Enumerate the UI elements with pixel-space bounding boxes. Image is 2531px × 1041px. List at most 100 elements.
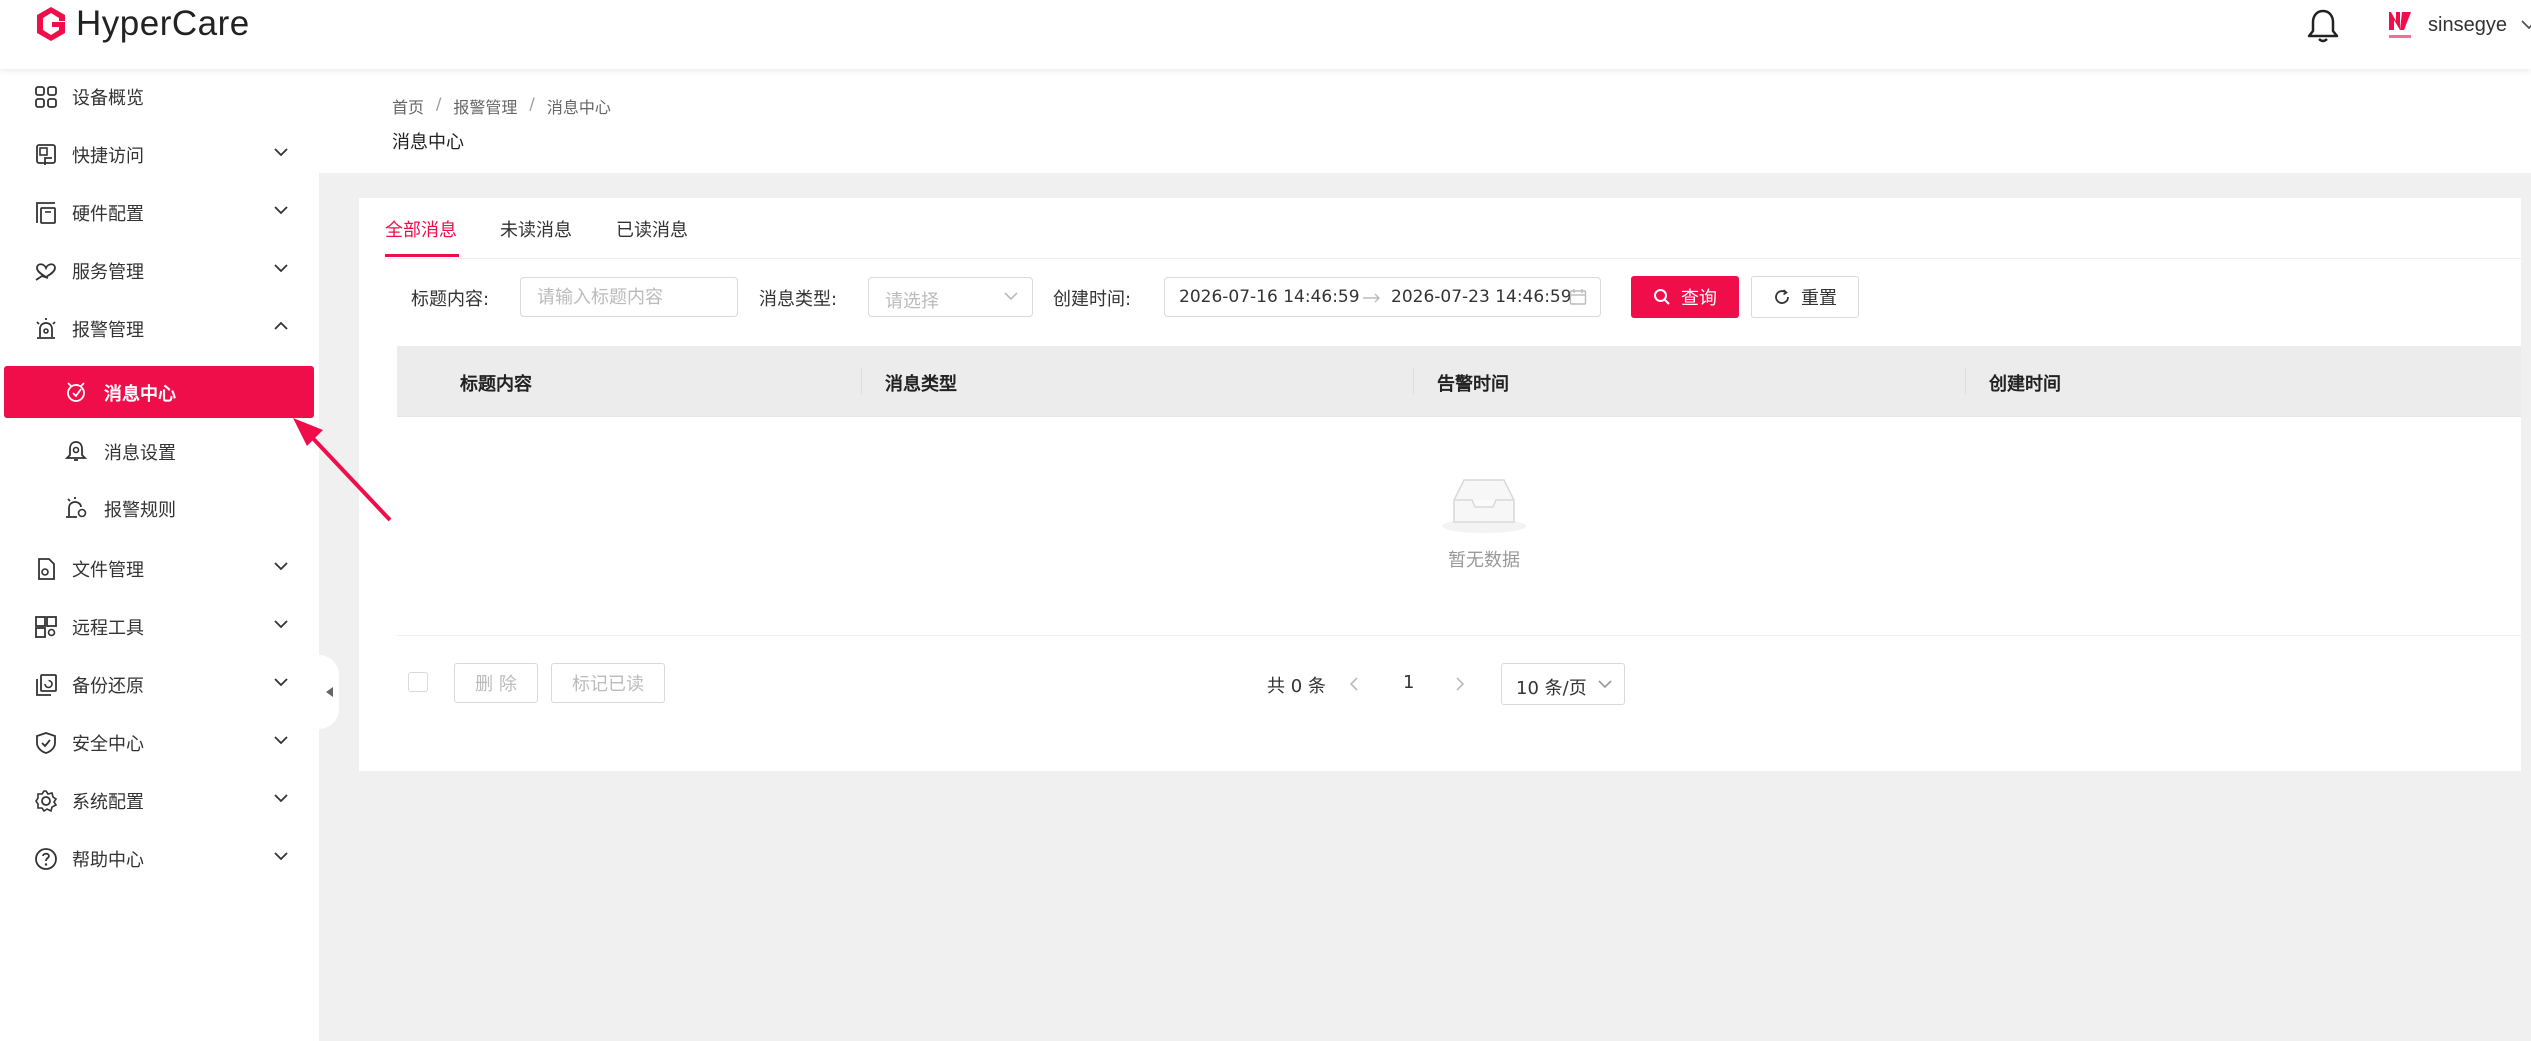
breadcrumb-bar: 首页 / 报警管理 / 消息中心 消息中心 <box>319 69 2531 173</box>
tab-read-messages[interactable]: 已读消息 <box>616 216 688 242</box>
sidebar-item-alarm-management[interactable]: 报警管理 <box>0 301 319 357</box>
sidebar-item-system-config[interactable]: 系统配置 <box>0 773 319 829</box>
sidebar-item-label: 快捷访问 <box>72 146 144 167</box>
message-type-select[interactable]: 请选择 <box>868 277 1033 317</box>
chevron-down-icon <box>274 736 288 745</box>
sidebar-item-quick-access[interactable]: 快捷访问 <box>0 127 319 183</box>
chevron-down-icon <box>274 264 288 273</box>
chevron-up-icon <box>274 321 288 330</box>
quick-access-icon <box>36 144 56 165</box>
select-all-checkbox[interactable] <box>408 672 428 692</box>
tab-all-messages[interactable]: 全部消息 <box>385 216 457 242</box>
type-filter-label: 消息类型: <box>759 289 838 310</box>
hypercare-logo-icon <box>37 7 65 41</box>
tab-unread-messages[interactable]: 未读消息 <box>500 216 572 242</box>
sidebar-item-label: 系统配置 <box>72 792 144 813</box>
search-button-label: 查询 <box>1681 288 1717 309</box>
sidebar-item-security-center[interactable]: 安全中心 <box>0 715 319 771</box>
chevron-down-icon <box>1598 680 1612 689</box>
table-bottom-border <box>397 635 2521 636</box>
sidebar-item-message-center[interactable]: 消息中心 <box>4 366 314 418</box>
start-time-value[interactable]: 2026-07-16 14:46:59 <box>1179 287 1360 307</box>
page-size-select[interactable]: 10 条/页 <box>1501 663 1625 705</box>
breadcrumb-home[interactable]: 首页 <box>392 94 424 118</box>
page-size-value: 10 条/页 <box>1516 678 1587 699</box>
chevron-left-icon[interactable] <box>1349 676 1359 692</box>
sidebar-item-file-management[interactable]: 文件管理 <box>0 541 319 597</box>
sidebar-item-label: 硬件配置 <box>72 204 144 225</box>
user-menu[interactable]: sinsegye <box>2386 8 2531 42</box>
sidebar-item-label: 消息中心 <box>104 384 176 405</box>
chevron-down-icon <box>2521 20 2531 30</box>
empty-text: 暂无数据 <box>1448 550 1520 571</box>
sidebar-item-help-center[interactable]: 帮助中心 <box>0 831 319 887</box>
sidebar-item-remote-tools[interactable]: 远程工具 <box>0 599 319 655</box>
chevron-down-icon <box>274 148 288 157</box>
help-icon <box>35 848 57 870</box>
notification-bell[interactable] <box>2306 8 2340 48</box>
chevron-down-icon <box>274 852 288 861</box>
sidebar-item-label: 报警管理 <box>72 320 144 341</box>
column-header-type: 消息类型 <box>885 374 957 395</box>
page-title: 消息中心 <box>392 132 464 153</box>
title-filter-label: 标题内容: <box>411 289 490 310</box>
app-name: HyperCare <box>76 4 250 43</box>
top-header: HyperCare sinsegye <box>0 0 2531 69</box>
sidebar-item-label: 安全中心 <box>72 734 144 755</box>
hardware-icon <box>36 202 56 224</box>
pagination-page[interactable]: 1 <box>1403 672 1414 693</box>
delete-button[interactable]: 删 除 <box>454 663 538 703</box>
sidebar-item-label: 远程工具 <box>72 618 144 639</box>
sidebar-item-label: 设备概览 <box>72 88 144 109</box>
table-header: 标题内容 消息类型 告警时间 创建时间 <box>397 346 2521 417</box>
alarm-rule-icon <box>66 497 87 518</box>
sidebar-item-message-settings[interactable]: 消息设置 <box>0 423 319 479</box>
column-header-title: 标题内容 <box>460 374 532 395</box>
backup-icon <box>36 674 57 696</box>
arrow-right-icon <box>1363 293 1380 303</box>
pagination-total: 共 0 条 <box>1267 676 1326 697</box>
select-placeholder: 请选择 <box>885 291 939 312</box>
chevron-right-icon[interactable] <box>1455 676 1465 692</box>
date-range-picker[interactable]: 2026-07-16 14:46:59 2026-07-23 14:46:59 <box>1164 277 1601 317</box>
column-header-create-time: 创建时间 <box>1989 374 2061 395</box>
service-heart-icon <box>35 263 56 281</box>
user-name: sinsegye <box>2428 13 2507 36</box>
title-search-input[interactable] <box>520 277 738 317</box>
end-time-value[interactable]: 2026-07-23 14:46:59 <box>1391 287 1572 307</box>
calendar-icon <box>1569 289 1587 305</box>
message-center-icon <box>67 382 85 402</box>
column-separator <box>1965 368 1966 394</box>
message-card: 全部消息 未读消息 已读消息 标题内容: 消息类型: 请选择 创建时间: 202… <box>359 198 2521 771</box>
sidebar-item-alarm-rules[interactable]: 报警规则 <box>0 480 319 536</box>
breadcrumb-separator: / <box>436 94 442 113</box>
column-header-alarm-time: 告警时间 <box>1437 374 1509 395</box>
sidebar-item-service-management[interactable]: 服务管理 <box>0 243 319 299</box>
message-tabs: 全部消息 未读消息 已读消息 <box>385 198 2521 259</box>
breadcrumb: 首页 / 报警管理 / 消息中心 <box>392 94 611 118</box>
chevron-down-icon <box>274 206 288 215</box>
app-logo[interactable]: HyperCare <box>34 4 250 44</box>
empty-state: 暂无数据 <box>1414 476 1554 572</box>
file-gear-icon <box>38 558 55 580</box>
sidebar-item-hardware-config[interactable]: 硬件配置 <box>0 185 319 241</box>
user-avatar-icon <box>2389 12 2411 38</box>
system-gear-icon <box>35 790 58 813</box>
chevron-down-icon <box>1004 292 1018 301</box>
mark-read-button[interactable]: 标记已读 <box>551 663 665 703</box>
sidebar-item-device-overview[interactable]: 设备概览 <box>0 69 319 125</box>
reset-button[interactable]: 重置 <box>1751 276 1859 318</box>
breadcrumb-alarm-management[interactable]: 报警管理 <box>453 94 517 118</box>
empty-inbox-icon <box>1442 479 1526 533</box>
reset-button-label: 重置 <box>1801 288 1837 309</box>
shield-icon <box>36 732 56 754</box>
chevron-down-icon <box>274 562 288 571</box>
search-button[interactable]: 查询 <box>1631 276 1739 318</box>
bell-settings-icon <box>64 441 88 461</box>
search-icon <box>1654 289 1670 305</box>
sidebar: 设备概览 快捷访问 硬件配置 服务管理 报警管理 消息中心 消息设置 报警规则 … <box>0 69 319 1041</box>
sidebar-collapse-handle[interactable] <box>319 655 339 729</box>
sidebar-item-backup-restore[interactable]: 备份还原 <box>0 657 319 713</box>
column-separator <box>861 368 862 394</box>
sidebar-item-label: 报警规则 <box>104 500 176 521</box>
